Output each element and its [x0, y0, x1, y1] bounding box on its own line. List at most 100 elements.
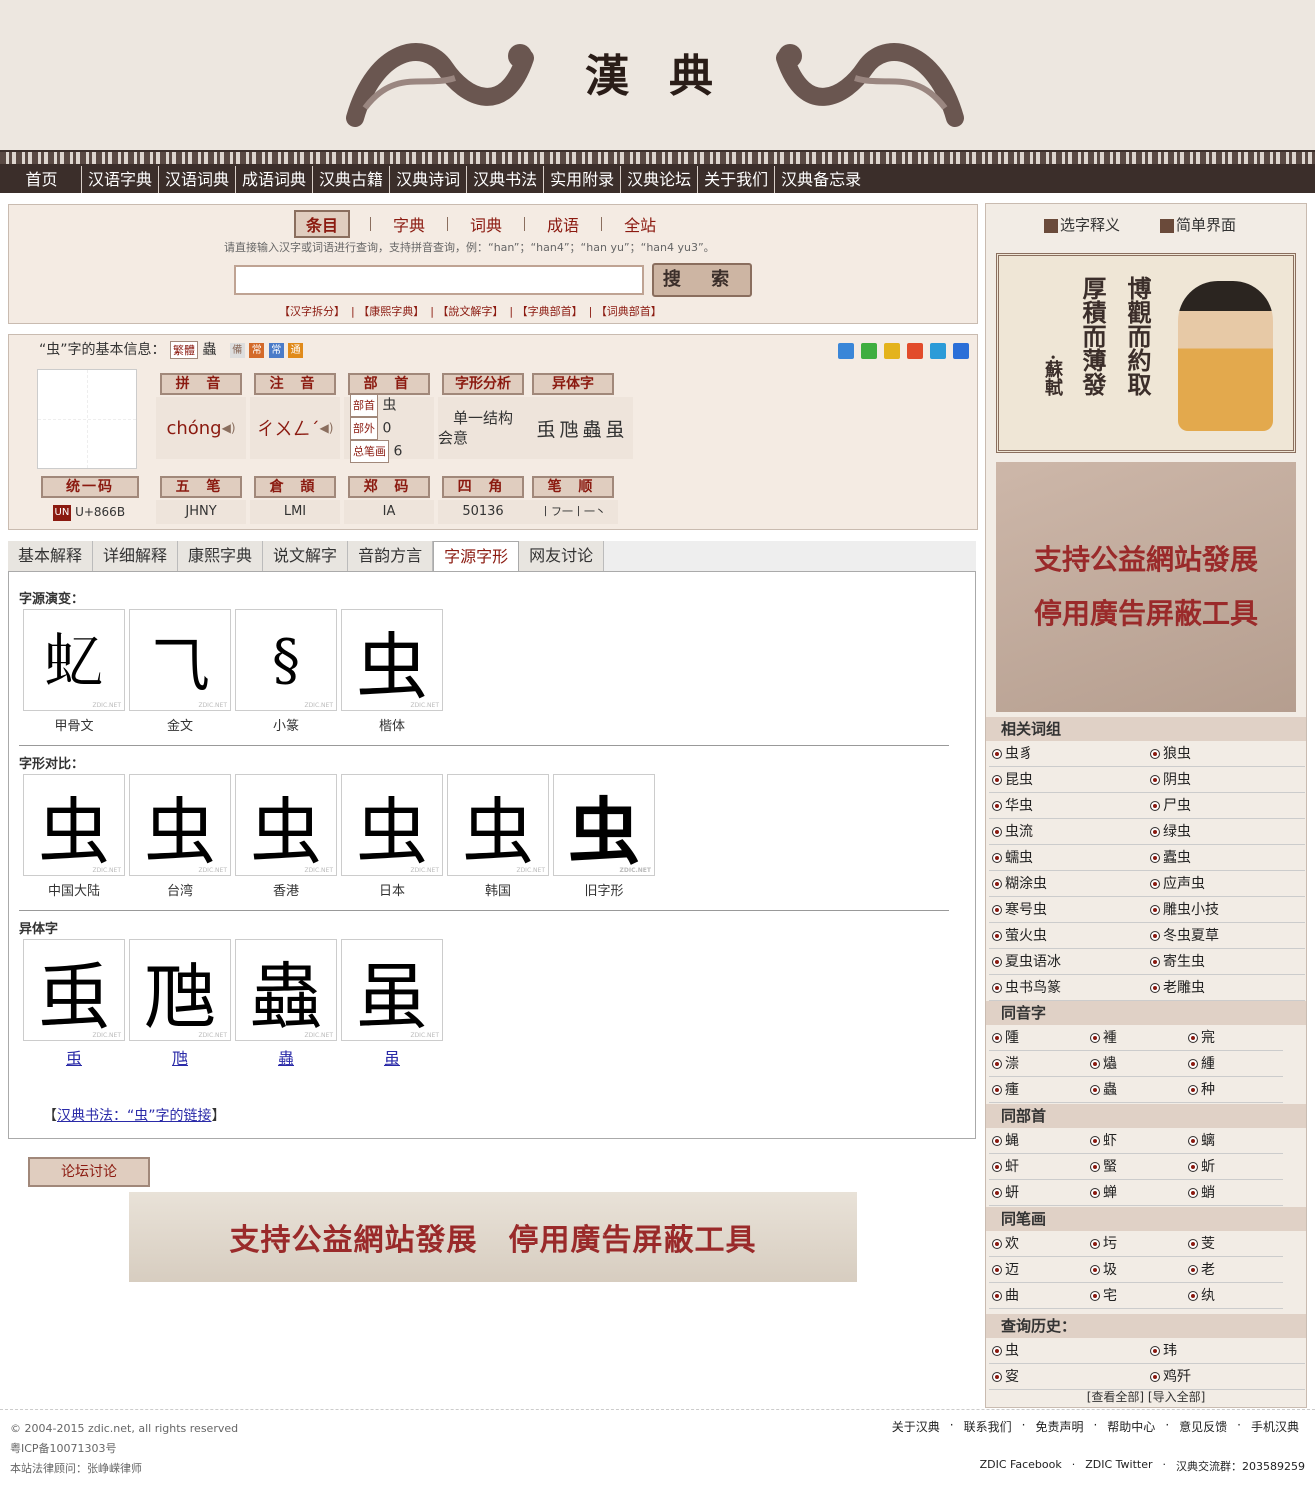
simple-ui-link[interactable]: 简单界面 [1160, 214, 1236, 235]
list-item[interactable]: 寄生虫 [1147, 949, 1305, 975]
facebook-link[interactable]: ZDIC Facebook [980, 1458, 1062, 1474]
list-item[interactable]: 老 [1185, 1257, 1283, 1283]
nav-fulu[interactable]: 实用附录 [544, 166, 622, 193]
speaker-icon[interactable]: ◀) [222, 421, 236, 435]
search-tab-chengyu[interactable]: 成语 [525, 212, 601, 236]
nav-hanyu-zidian[interactable]: 汉语字典 [82, 166, 160, 193]
footer-link-contact[interactable]: 联系我们 [964, 1418, 1012, 1435]
search-button[interactable]: 搜 索 [652, 263, 752, 297]
nav-chengyu[interactable]: 成语词典 [236, 166, 314, 193]
wechat-icon[interactable] [861, 343, 877, 359]
footer-link-about[interactable]: 关于汉典 [892, 1418, 940, 1435]
list-item[interactable]: 冬虫夏草 [1147, 923, 1305, 949]
list-item[interactable]: 蠹虫 [1147, 845, 1305, 871]
footer-link-mobile[interactable]: 手机汉典 [1251, 1418, 1299, 1435]
list-item[interactable]: 玮 [1147, 1338, 1305, 1364]
list-item[interactable]: 漴 [989, 1051, 1087, 1077]
list-item[interactable]: 蜸 [1087, 1154, 1185, 1180]
nav-luntan[interactable]: 汉典论坛 [621, 166, 699, 193]
list-item[interactable]: 纨 [1185, 1283, 1283, 1309]
tab-kangxi[interactable]: 康熙字典 [178, 541, 264, 572]
link-kangxi[interactable]: 【康熙字典】 [358, 305, 424, 318]
list-item[interactable]: 蚚 [1185, 1154, 1283, 1180]
portrait-banner[interactable]: 博觀而約取 厚積而薄發 ·蘇軾 [996, 253, 1296, 453]
variant-link[interactable]: 䖝 [23, 1045, 125, 1069]
nav-hanyu-cidian[interactable]: 汉语词典 [159, 166, 237, 193]
footer-link-feedback[interactable]: 意见反馈 [1179, 1418, 1227, 1435]
list-item[interactable]: 虾 [1087, 1128, 1185, 1154]
list-item[interactable]: 华虫 [989, 793, 1147, 819]
tab-xiangxi[interactable]: 详细解释 [93, 541, 179, 572]
search-tab-zidian[interactable]: 字典 [371, 212, 447, 236]
list-item[interactable]: 虷 [989, 1154, 1087, 1180]
list-item[interactable]: 芰 [1185, 1231, 1283, 1257]
list-item[interactable]: 緟 [1185, 1051, 1283, 1077]
variant-char[interactable]: 虽 [606, 415, 625, 442]
list-item[interactable]: 阴虫 [1147, 767, 1305, 793]
search-tab-all[interactable]: 全站 [602, 212, 678, 236]
list-item[interactable]: 绿虫 [1147, 819, 1305, 845]
list-item[interactable]: 叜 [989, 1364, 1147, 1390]
bushou-value[interactable]: 虫 [382, 397, 396, 413]
renren-icon[interactable] [953, 343, 969, 359]
weibo-icon[interactable] [907, 343, 923, 359]
list-item[interactable]: 宅 [1087, 1283, 1185, 1309]
nav-home[interactable]: 首页 [2, 166, 82, 193]
qq-group-link[interactable]: 汉典交流群：203589259 [1176, 1458, 1305, 1474]
link-chaifen[interactable]: 【汉字拆分】 [279, 305, 345, 318]
list-item[interactable]: 昆虫 [989, 767, 1147, 793]
history-actions[interactable]: [查看全部] [导入全部] [986, 1388, 1306, 1405]
list-item[interactable]: 螭 [1185, 1128, 1283, 1154]
list-item[interactable]: 尸虫 [1147, 793, 1305, 819]
variant-link[interactable]: 虽 [341, 1045, 443, 1069]
list-item[interactable]: 蟲 [1087, 1077, 1185, 1103]
calligraphy-link[interactable]: 汉典书法：“虫”字的链接 [57, 1108, 212, 1124]
search-tab-entry[interactable]: 条目 [294, 210, 351, 238]
icp-number[interactable]: 粤ICP备10071303号 [10, 1439, 238, 1459]
link-shuowen[interactable]: 【說文解字】 [437, 305, 503, 318]
tab-jiben[interactable]: 基本解释 [8, 541, 94, 572]
tab-shuowen[interactable]: 说文解字 [263, 541, 349, 572]
stroke-animation-box[interactable] [37, 369, 137, 469]
tab-yinyun[interactable]: 音韵方言 [348, 541, 434, 572]
list-item[interactable]: 蚈 [989, 1180, 1087, 1206]
list-item[interactable]: 虫 [989, 1338, 1147, 1364]
list-item[interactable]: 虫豸 [989, 741, 1147, 767]
list-item[interactable]: 虫流 [989, 819, 1147, 845]
list-item[interactable]: 鸡歼 [1147, 1364, 1305, 1390]
list-item[interactable]: 种 [1185, 1077, 1283, 1103]
list-item[interactable]: 蝇 [989, 1128, 1087, 1154]
search-tab-cidian[interactable]: 词典 [448, 212, 524, 236]
list-item[interactable]: 圾 [1087, 1257, 1185, 1283]
list-item[interactable]: 爞 [1087, 1051, 1185, 1077]
list-item[interactable]: 褈 [1087, 1025, 1185, 1051]
list-item[interactable]: 狼虫 [1147, 741, 1305, 767]
forum-discussion-button[interactable]: 论坛讨论 [28, 1157, 150, 1187]
tencent-weibo-icon[interactable] [930, 343, 946, 359]
list-item[interactable]: 虫书鸟篆 [989, 975, 1147, 1001]
list-item[interactable]: 蝉 [1087, 1180, 1185, 1206]
list-item[interactable]: 应声虫 [1147, 871, 1305, 897]
list-item[interactable]: 老雕虫 [1147, 975, 1305, 1001]
variant-char[interactable]: 䖝 [536, 415, 555, 442]
list-item[interactable]: 瘇 [989, 1077, 1087, 1103]
list-item[interactable]: 欢 [989, 1231, 1087, 1257]
link-cidian-bushou[interactable]: 【词典部首】 [596, 305, 662, 318]
list-item[interactable]: 宺 [1185, 1025, 1283, 1051]
list-item[interactable]: 夏虫语冰 [989, 949, 1147, 975]
variant-char[interactable]: 蟲 [583, 415, 602, 442]
nav-about[interactable]: 关于我们 [698, 166, 776, 193]
variant-link[interactable]: 蟲 [235, 1045, 337, 1069]
footer-link-disclaimer[interactable]: 免责声明 [1035, 1418, 1083, 1435]
footer-link-help[interactable]: 帮助中心 [1107, 1418, 1155, 1435]
nav-memo[interactable]: 汉典备忘录 [775, 166, 867, 193]
link-zidian-bushou[interactable]: 【字典部首】 [517, 305, 583, 318]
list-item[interactable]: 糊涂虫 [989, 871, 1147, 897]
traditional-char[interactable]: 蟲 [202, 342, 216, 358]
variant-char[interactable]: 虺 [559, 415, 578, 442]
twitter-link[interactable]: ZDIC Twitter [1085, 1458, 1152, 1474]
nav-shici[interactable]: 汉典诗词 [390, 166, 468, 193]
select-meaning-link[interactable]: 选字释义 [1044, 214, 1120, 235]
nav-shufa[interactable]: 汉典书法 [467, 166, 545, 193]
tab-wangyou[interactable]: 网友讨论 [519, 541, 605, 572]
